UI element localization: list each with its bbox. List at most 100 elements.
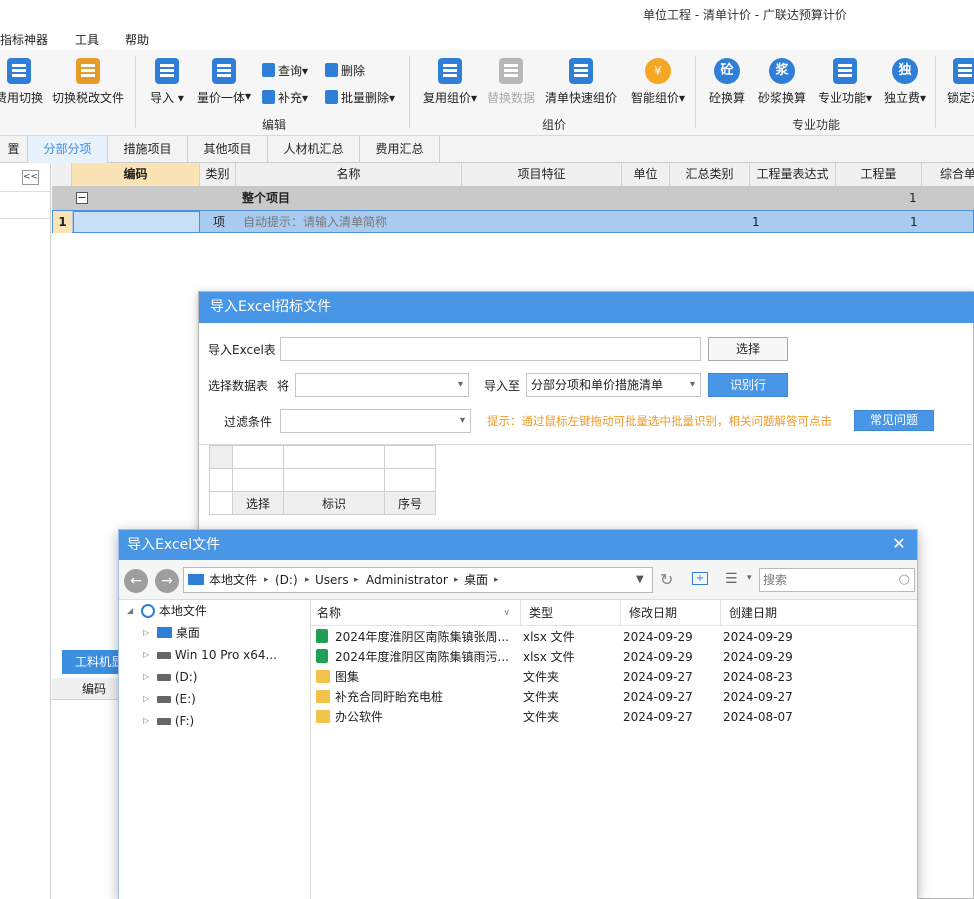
column-header-quantity[interactable]: 工程量 — [836, 163, 922, 187]
tree-item-local[interactable]: ◢ 本地文件 — [127, 600, 207, 622]
tree-item-desktop[interactable]: ▷ 桌面 — [143, 622, 200, 644]
column-header-feature[interactable]: 项目特征 — [462, 163, 622, 187]
collapsed-arrow-icon[interactable]: ▷ — [143, 710, 149, 732]
path-drive-d[interactable]: (D:) — [275, 568, 298, 592]
tab-measures[interactable]: 措施项目 — [108, 136, 188, 163]
drive-icon — [157, 696, 171, 703]
tree-item-drive-d[interactable]: ▷ (D:) — [143, 666, 197, 688]
table-row[interactable]: − 整个项目 1 — [52, 187, 974, 210]
file-created: 2024-08-23 — [723, 670, 793, 684]
file-created: 2024-08-07 — [723, 710, 793, 724]
bottom-tab-labor[interactable]: 工料机显 — [62, 650, 122, 674]
new-folder-icon[interactable]: + — [692, 572, 708, 585]
path-users[interactable]: Users — [315, 568, 349, 592]
import-button[interactable]: 导入 ▾ — [148, 58, 186, 106]
import-to-select[interactable]: 分部分项和单价措施清单 — [526, 373, 701, 397]
menu-tools[interactable]: 工具 — [75, 31, 99, 48]
quantity-price-button[interactable]: 量价一体化▾ — [194, 58, 254, 106]
query-button[interactable]: 查询▾ — [262, 62, 308, 79]
close-icon[interactable]: ✕ — [889, 534, 909, 554]
lock-button[interactable]: 锁定清 — [945, 58, 974, 106]
menu-indicator-tool[interactable]: 指标神器 — [0, 31, 48, 48]
column-header-summary-type[interactable]: 汇总类别 — [670, 163, 750, 187]
column-header-code[interactable]: 编码 — [72, 163, 200, 187]
row-quantity-expression[interactable]: 1 — [752, 211, 760, 233]
file-row[interactable]: 办公软件 文件夹 2024-09-27 2024-08-07 — [311, 707, 917, 727]
tree-item-drive-e[interactable]: ▷ (E:) — [143, 688, 196, 710]
refresh-icon[interactable]: ↻ — [660, 570, 673, 589]
collapse-icon[interactable]: << — [22, 170, 39, 185]
path-breadcrumb[interactable]: 本地文件 ▸ (D:) ▸ Users ▸ Administrator ▸ 桌面… — [183, 567, 653, 593]
collapsed-arrow-icon[interactable]: ▷ — [143, 644, 149, 666]
tree-node-placeholder[interactable] — [0, 191, 50, 219]
column-header-name[interactable]: 名称 ∨ — [311, 600, 521, 626]
column-header-name[interactable]: 名称 — [236, 163, 462, 187]
file-modified: 2024-09-27 — [623, 690, 693, 704]
path-desktop[interactable]: 桌面 — [464, 568, 488, 592]
mortar-convert-button[interactable]: 浆砂浆换算 — [756, 58, 808, 106]
table-row[interactable]: 1 项 自动提示：请输入清单简称 1 1 — [52, 210, 974, 233]
replace-data-button[interactable]: 替换数据 — [485, 58, 537, 106]
column-header-modified[interactable]: 修改日期 — [621, 600, 721, 626]
batch-delete-button[interactable]: 批量删除▾ — [325, 89, 395, 106]
tax-switch-button[interactable]: 切换税改文件 — [50, 58, 126, 106]
column-header-created[interactable]: 创建日期 — [721, 600, 917, 626]
delete-button[interactable]: 删除 — [325, 62, 365, 79]
preview-header-flag[interactable]: 标识 — [283, 491, 385, 515]
file-row[interactable]: 2024年度淮阴区南陈集镇张周... xlsx 文件 2024-09-29 20… — [311, 627, 917, 647]
path-local-files[interactable]: 本地文件 — [209, 568, 257, 592]
column-header-type[interactable]: 类型 — [521, 600, 621, 626]
row-quantity: 1 — [909, 191, 917, 205]
tab-sub-items[interactable]: 分部分项 — [28, 136, 108, 163]
preview-header-select[interactable]: 选择 — [232, 491, 284, 515]
column-header-type[interactable]: 类别 — [200, 163, 236, 187]
professional-button[interactable]: 专业功能▾ — [816, 58, 874, 106]
supplement-button[interactable]: 补充▾ — [262, 89, 308, 106]
row-name-hint[interactable]: 自动提示：请输入清单简称 — [243, 211, 387, 233]
collapsed-arrow-icon[interactable]: ▷ — [143, 622, 149, 644]
reuse-pricing-button[interactable]: 复用组价▾ — [421, 58, 479, 106]
expanded-arrow-icon[interactable]: ◢ — [127, 600, 133, 622]
menu-help[interactable]: 帮助 — [125, 31, 149, 48]
left-panel: << — [0, 163, 51, 899]
path-administrator[interactable]: Administrator — [366, 568, 448, 592]
collapsed-arrow-icon[interactable]: ▷ — [143, 688, 149, 710]
filter-select[interactable] — [280, 409, 471, 433]
tab-labor-material-summary[interactable]: 人材机汇总 — [268, 136, 360, 163]
view-list-icon[interactable]: ☰ — [725, 571, 738, 587]
row-code-cell[interactable] — [73, 211, 200, 233]
fee-switch-button[interactable]: 费用切换 — [0, 58, 44, 106]
column-header-quantity-expression[interactable]: 工程量表达式 — [750, 163, 836, 187]
tab-settings[interactable]: 置 — [0, 136, 28, 163]
tree-item-drive-f[interactable]: ▷ (F:) — [143, 710, 194, 732]
back-icon[interactable]: ← — [124, 569, 148, 593]
navigation-bar: ← → 本地文件 ▸ (D:) ▸ Users ▸ Administrator … — [119, 560, 917, 600]
file-row[interactable]: 图集 文件夹 2024-09-27 2024-08-23 — [311, 667, 917, 687]
chevron-down-icon[interactable]: ▾ — [747, 573, 752, 583]
collapsed-arrow-icon[interactable]: ▷ — [143, 666, 149, 688]
column-header-unit-price[interactable]: 综合单 — [922, 163, 974, 187]
collapse-row-icon[interactable]: − — [76, 192, 88, 204]
excel-file-input[interactable] — [280, 337, 701, 361]
tab-other-items[interactable]: 其他项目 — [188, 136, 268, 163]
smart-pricing-button[interactable]: ¥ 智能组价▾ — [629, 58, 687, 106]
tree-item-windows[interactable]: ▷ Win 10 Pro x64... — [143, 644, 277, 666]
file-row[interactable]: 2024年度淮阴区南陈集镇雨污... xlsx 文件 2024-09-29 20… — [311, 647, 917, 667]
independent-fee-button[interactable]: 独独立费▾ — [881, 58, 929, 106]
sheet-select[interactable] — [295, 373, 469, 397]
search-input[interactable]: 搜索 ○ — [759, 568, 915, 592]
chevron-down-icon[interactable]: ▼ — [636, 568, 644, 592]
choose-file-button[interactable]: 选择 — [708, 337, 788, 361]
file-row[interactable]: 补充合同盱眙充电桩 文件夹 2024-09-27 2024-09-27 — [311, 687, 917, 707]
search-icon[interactable]: ○ — [899, 569, 910, 591]
quick-pricing-button[interactable]: 清单快速组价 — [544, 58, 618, 106]
concrete-convert-button[interactable]: 砼砼换算 — [708, 58, 746, 106]
fee-switch-icon — [7, 58, 31, 84]
column-header-unit[interactable]: 单位 — [622, 163, 670, 187]
excel-file-icon — [316, 627, 328, 647]
identify-rows-button[interactable]: 识别行 — [708, 373, 788, 397]
faq-button[interactable]: 常见问题 — [854, 410, 934, 431]
tab-fee-summary[interactable]: 费用汇总 — [360, 136, 440, 163]
preview-header-number[interactable]: 序号 — [384, 491, 436, 515]
forward-icon[interactable]: → — [155, 569, 179, 593]
